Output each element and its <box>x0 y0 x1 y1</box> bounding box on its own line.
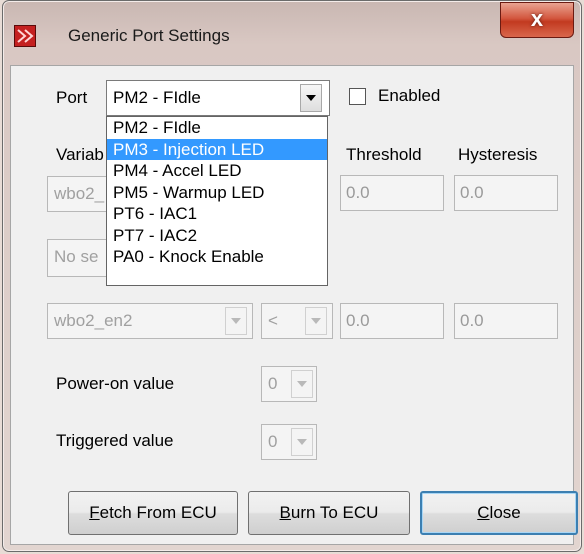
power-on-dropdown-button[interactable] <box>291 370 313 398</box>
condition1-hysteresis-field[interactable]: 0.0 <box>454 175 558 211</box>
chevron-down-icon <box>306 95 316 101</box>
app-icon <box>14 25 36 47</box>
condition1-threshold-field[interactable]: 0.0 <box>340 175 444 211</box>
condition2-threshold-field[interactable]: 0.0 <box>340 303 444 339</box>
port-option[interactable]: PT7 - IAC2 <box>107 225 327 247</box>
port-label: Port <box>56 88 88 107</box>
chevron-down-icon <box>231 318 241 324</box>
enabled-checkbox[interactable] <box>349 88 366 105</box>
fetch-mnemonic: F <box>89 503 100 522</box>
fetch-from-ecu-button[interactable]: Fetch From ECU <box>68 491 238 535</box>
port-option[interactable]: PA0 - Knock Enable <box>107 246 327 268</box>
chevron-down-icon <box>311 318 321 324</box>
window-title: Generic Port Settings <box>68 26 230 45</box>
triggered-dropdown-button[interactable] <box>291 428 313 456</box>
condition2-variable-select[interactable]: wbo2_en2 <box>47 303 253 339</box>
burn-label: urn To ECU <box>290 503 379 522</box>
enabled-label: Enabled <box>378 86 441 105</box>
condition2-variable-dropdown-button[interactable] <box>225 307 247 335</box>
power-on-label: Power-on value <box>56 374 175 393</box>
port-option[interactable]: PM5 - Warmup LED <box>107 182 327 204</box>
threshold-header: Threshold <box>346 145 422 164</box>
close-mnemonic: C <box>477 503 490 522</box>
burn-to-ecu-button[interactable]: Burn To ECU <box>248 491 410 535</box>
variable-header: Variab <box>56 145 104 164</box>
hysteresis-header: Hysteresis <box>458 145 538 164</box>
burn-mnemonic: B <box>279 503 291 522</box>
port-dropdown-list: PM2 - FIdle PM3 - Injection LED PM4 - Ac… <box>106 116 328 286</box>
condition2-hysteresis-field[interactable]: 0.0 <box>454 303 558 339</box>
close-label: lose <box>489 503 521 522</box>
fetch-label: etch From ECU <box>99 503 217 522</box>
port-select[interactable]: PM2 - FIdle <box>106 80 330 116</box>
port-dropdown-button[interactable] <box>300 84 322 112</box>
triggered-label: Triggered value <box>56 431 174 450</box>
port-option[interactable]: PM3 - Injection LED <box>107 138 327 160</box>
port-option[interactable]: PT6 - IAC1 <box>107 203 327 225</box>
window-close-button[interactable]: x <box>500 2 574 38</box>
chevron-down-icon <box>297 381 307 387</box>
condition2-operator-dropdown-button[interactable] <box>305 307 327 335</box>
port-option[interactable]: PM4 - Accel LED <box>107 160 327 182</box>
close-button[interactable]: Close <box>420 491 578 535</box>
chevron-down-icon <box>297 439 307 445</box>
port-option[interactable]: PM2 - FIdle <box>107 117 327 139</box>
